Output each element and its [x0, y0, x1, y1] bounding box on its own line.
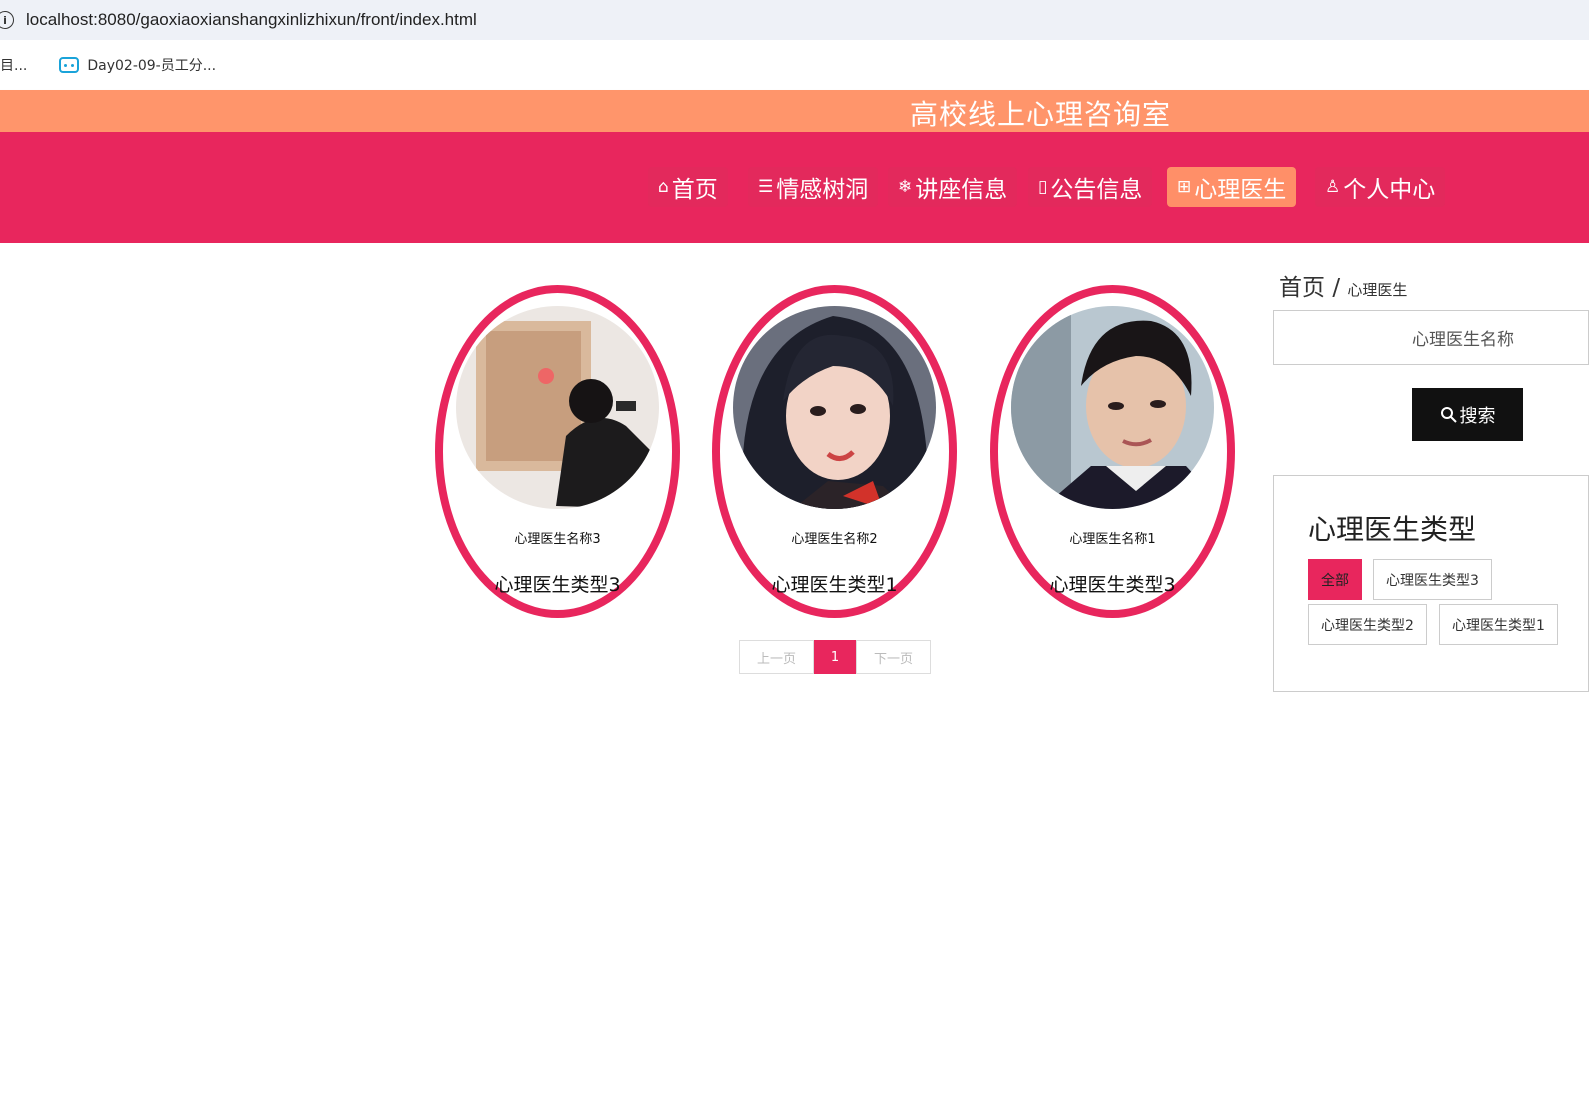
- bookmark-item[interactable]: 目...: [0, 55, 27, 75]
- search-placeholder: 心理医生名称: [1412, 330, 1514, 350]
- prev-page-button[interactable]: 上一页: [739, 640, 814, 674]
- bookmarks-bar: 目... Day02-09-员工分...: [0, 40, 1589, 90]
- nav-item-tree-hole[interactable]: ☰ 情感树洞: [748, 167, 879, 207]
- note-icon: ▯: [1038, 177, 1048, 197]
- pagination: 上一页 1 下一页: [739, 640, 931, 674]
- breadcrumb-current: 心理医生: [1347, 281, 1408, 299]
- site-title: 高校线上心理咨询室: [910, 98, 1172, 131]
- site-header: 高校线上心理咨询室: [0, 90, 1589, 132]
- breadcrumb-separator: /: [1332, 275, 1341, 301]
- doctor-card[interactable]: 心理医生名称2 心理医生类型1: [712, 285, 957, 618]
- search-icon: [1440, 406, 1457, 423]
- breadcrumb-home[interactable]: 首页: [1279, 275, 1325, 301]
- breadcrumb: 首页 / 心理医生: [1279, 268, 1407, 302]
- filter-tag-all[interactable]: 全部: [1308, 559, 1362, 600]
- doctor-card[interactable]: 心理医生名称3 心理医生类型3: [435, 285, 680, 618]
- doctor-name: 心理医生名称1: [1069, 532, 1156, 547]
- next-page-button[interactable]: 下一页: [856, 640, 931, 674]
- snowflake-icon: ❄: [898, 177, 913, 197]
- doctor-photo: [1011, 306, 1214, 509]
- nav-item-profile[interactable]: ♙ 个人中心: [1315, 167, 1446, 207]
- doctor-type: 心理医生类型3: [494, 574, 621, 596]
- nav-item-lectures[interactable]: ❄ 讲座信息: [888, 167, 1018, 207]
- doctor-name: 心理医生名称2: [791, 532, 878, 547]
- home-icon: ⌂: [658, 177, 669, 197]
- user-icon: ♙: [1325, 177, 1341, 197]
- filter-title: 心理医生类型: [1308, 513, 1477, 546]
- doctor-photo: [456, 306, 659, 509]
- doctor-name: 心理医生名称3: [514, 532, 601, 547]
- bilibili-icon: [59, 57, 80, 73]
- bookmark-item[interactable]: Day02-09-员工分...: [59, 55, 216, 75]
- nav-item-notices[interactable]: ▯ 公告信息: [1028, 167, 1153, 207]
- search-button[interactable]: 搜索: [1412, 388, 1523, 441]
- page-number-button[interactable]: 1: [814, 640, 856, 674]
- doctor-type-filter: 心理医生类型 全部 心理医生类型3 心理医生类型2 心理医生类型1: [1273, 475, 1589, 692]
- doctor-type: 心理医生类型3: [1049, 574, 1176, 596]
- filter-tag[interactable]: 心理医生类型2: [1308, 604, 1427, 645]
- filter-tag[interactable]: 心理医生类型3: [1373, 559, 1492, 600]
- nav-item-home[interactable]: ⌂ 首页: [648, 167, 728, 207]
- url-text[interactable]: localhost:8080/gaoxiaoxianshangxinlizhix…: [26, 10, 477, 30]
- info-icon[interactable]: i: [0, 11, 14, 29]
- address-bar[interactable]: i localhost:8080/gaoxiaoxianshangxinlizh…: [0, 0, 1589, 40]
- main-nav: ⌂ 首页 ☰ 情感树洞 ❄ 讲座信息 ▯ 公告信息 ⊞ 心理医生 ♙ 个人中心: [0, 132, 1589, 243]
- doctor-card[interactable]: 心理医生名称1 心理医生类型3: [990, 285, 1235, 618]
- gift-icon: ⊞: [1177, 177, 1192, 197]
- search-input[interactable]: 心理医生名称: [1273, 310, 1589, 365]
- filter-tag[interactable]: 心理医生类型1: [1439, 604, 1558, 645]
- layers-icon: ☰: [758, 177, 774, 197]
- doctor-type: 心理医生类型1: [771, 574, 898, 596]
- doctor-photo: [733, 306, 936, 509]
- nav-item-doctors[interactable]: ⊞ 心理医生: [1167, 167, 1297, 207]
